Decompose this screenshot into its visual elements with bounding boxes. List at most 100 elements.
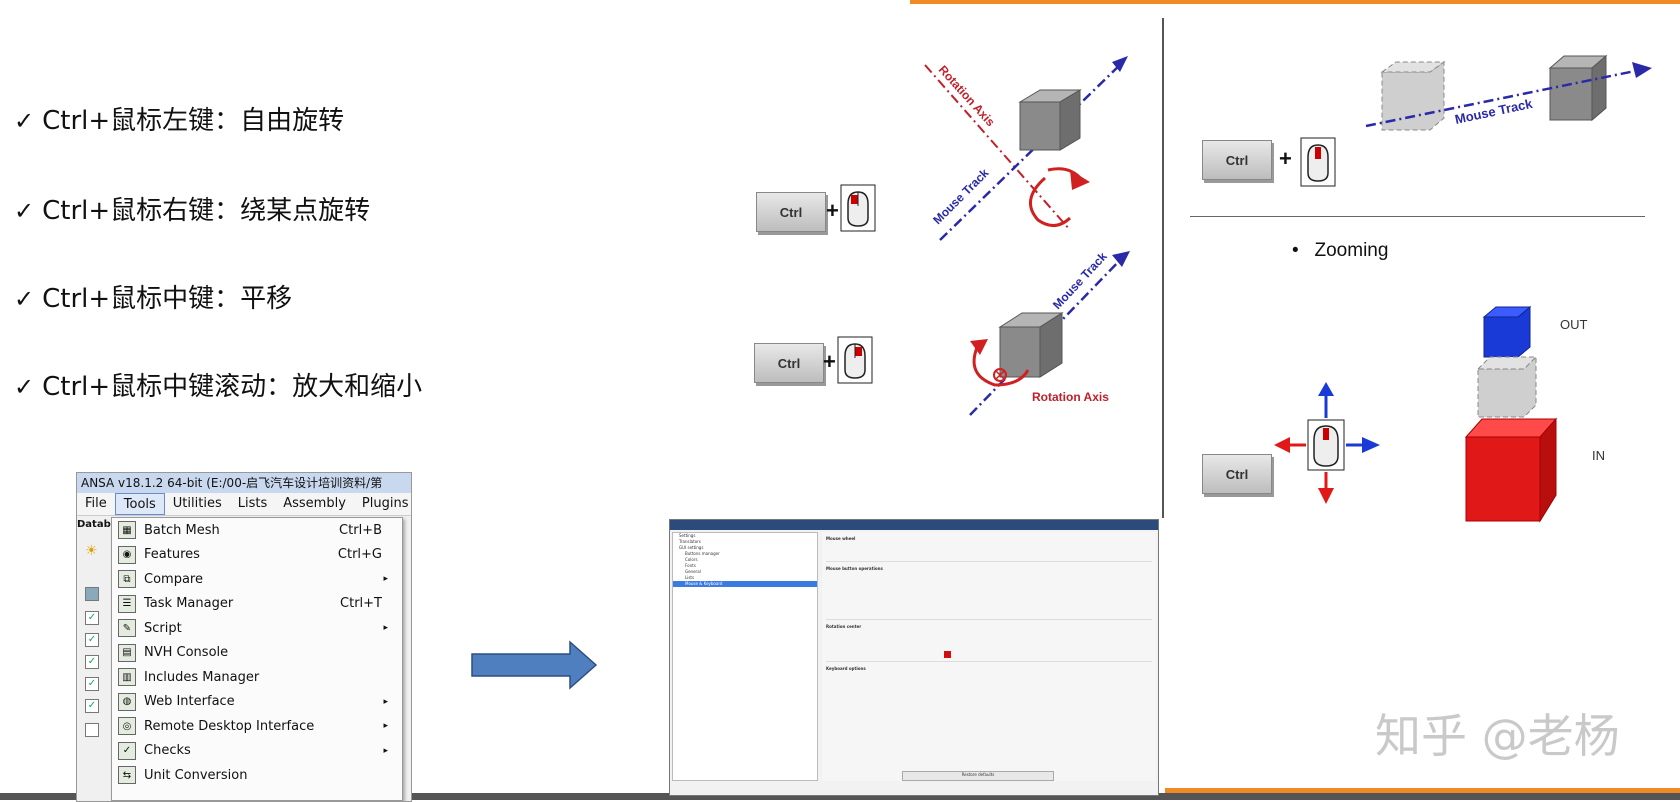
menu-item-includes-manager[interactable]: ▥ Includes Manager [112,665,402,690]
checks-icon: ✓ [118,741,136,760]
section-heading: Mouse button operations [826,566,883,571]
check-icon: ✓ [14,107,35,135]
check-icon: ✓ [14,373,35,401]
submenu-arrow-icon: ▸ [383,721,388,732]
tools-menu-dropdown: ▦ Batch Mesh Ctrl+B ◉ Features Ctrl+G ⧉ Compa… [111,517,403,801]
menu-item-task-manager[interactable]: ☰ Task Manager Ctrl+T [112,592,402,617]
zooming-heading: • Zooming [1292,240,1388,262]
bullet-text: Ctrl+鼠标中键滚动：放大和缩小 [42,372,423,402]
nav-item-selected[interactable]: Mouse & Keyboard [673,581,817,587]
pan-diagram: Mouse Track [1365,54,1652,131]
task-manager-icon: ☰ [118,594,136,613]
menu-plugins[interactable]: Plugins [354,493,411,515]
menu-file[interactable]: File [77,493,115,515]
zoom-out-label: OUT [1560,317,1588,332]
checkbox[interactable]: ✓ [85,677,99,691]
ctrl-key: Ctrl [756,192,826,232]
watermark: 知乎 @老杨 [1375,709,1620,763]
rotation-axis-label: Rotation Axis [1032,390,1109,404]
settings-panel: Mouse wheel Mouse button operations Rota… [822,532,1156,781]
checkbox[interactable]: ✓ [85,611,99,625]
free-rotation-diagram: Rotation Axis Mouse Track [924,56,1128,241]
bullet-text: Ctrl+鼠标中键：平移 [42,284,293,314]
compare-icon: ⧉ [118,570,136,589]
section-body [826,545,1152,562]
menu-item-unit-conversion[interactable]: ⇆ Unit Conversion [112,763,402,788]
features-icon: ◉ [118,545,136,564]
ansa-title-bar: ANSA v18.1.2 64-bit (E:/00-启飞汽车设计培训资料/第 [77,473,411,493]
bullet-dot: • [1292,240,1299,261]
section-heading: Rotation center [826,624,862,629]
menu-item-checks[interactable]: ✓ Checks ▸ [112,739,402,764]
dialog-title-bar [670,520,1158,530]
menu-item-script[interactable]: ✎ Script ▸ [112,616,402,641]
ansa-window: ANSA v18.1.2 64-bit (E:/00-启飞汽车设计培训资料/第 … [76,472,412,802]
mouse-middle-button-icon [1300,137,1336,187]
mouse-track-label: Mouse Track [930,166,992,228]
rotation-axis-label: Rotation Axis [936,63,998,130]
bullet-right-rotate: ✓ Ctrl+鼠标右键：绕某点旋转 [14,190,370,227]
check-icon: ✓ [14,285,35,313]
includes-manager-icon: ▥ [118,668,136,687]
remote-desktop-icon: ◎ [118,717,136,736]
section-heading: Keyboard options [826,666,866,671]
web-interface-icon: ◍ [118,692,136,711]
ansa-title: ANSA v18.1.2 64-bit (E:/00-启飞汽车设计培训资料/第 [81,476,383,490]
mouse-left-button-icon [840,184,876,232]
menu-item-nvh-console[interactable]: ▤ NVH Console [112,641,402,666]
ansa-side-panel: Datab ☀ ✓ ✓ ✓ ✓ ✓ [77,517,111,801]
section-heading: Mouse wheel [826,536,856,541]
settings-dialog: Settings Translators GUI settings Button… [669,519,1159,796]
menu-item-features[interactable]: ◉ Features Ctrl+G [112,543,402,568]
zoom-in-label: IN [1592,448,1605,463]
ansa-menubar: File Tools Utilities Lists Assembly Plug… [77,493,411,516]
submenu-arrow-icon: ▸ [383,696,388,707]
section-body [826,633,1152,662]
menu-tools[interactable]: Tools [114,493,165,515]
script-icon: ✎ [118,619,136,638]
menu-utilities[interactable]: Utilities [165,493,230,515]
menu-item-compare[interactable]: ⧉ Compare ▸ [112,567,402,592]
sun-icon[interactable]: ☀ [85,543,98,559]
mouse-track-label: Mouse Track [1454,96,1535,127]
section-divider-horizontal [1190,216,1645,217]
ctrl-key: Ctrl [1202,140,1272,180]
batch-mesh-icon: ▦ [118,521,136,540]
bullet-pan: ✓ Ctrl+鼠标中键：平移 [14,278,292,315]
menu-item-web-interface[interactable]: ◍ Web Interface ▸ [112,690,402,715]
bullet-left-rotate: ✓ Ctrl+鼠标左键：自由旋转 [14,100,344,137]
submenu-arrow-icon: ▸ [383,745,388,756]
flow-arrow-icon [471,640,598,690]
bullet-text: Ctrl+鼠标右键：绕某点旋转 [42,196,371,226]
bullet-text: Ctrl+鼠标左键：自由旋转 [42,106,345,136]
checkbox[interactable]: ✓ [85,633,99,647]
plus-sign: + [1279,146,1292,171]
menu-item-batch-mesh[interactable]: ▦ Batch Mesh Ctrl+B [112,518,402,543]
section-body [826,675,1152,691]
checkbox[interactable] [85,587,99,601]
ctrl-key: Ctrl [754,343,824,383]
unit-conversion-icon: ⇆ [118,766,136,785]
plus-sign: + [823,349,836,374]
point-rotation-diagram: Rotation Axis Mouse Track [969,249,1130,416]
mouse-right-button-icon [837,336,873,384]
settings-nav-tree: Settings Translators GUI settings Button… [672,532,818,781]
zooming-label: Zooming [1314,240,1389,261]
section-divider-vertical [1162,18,1164,518]
section-body [826,575,1152,620]
zoom-mouse-arrows-diagram [1274,382,1380,504]
plus-sign: + [826,198,839,223]
top-accent-stripe [910,0,1680,4]
menu-assembly[interactable]: Assembly [275,493,354,515]
nvh-console-icon: ▤ [118,643,136,662]
checkbox[interactable]: ✓ [85,655,99,669]
submenu-arrow-icon: ▸ [383,574,388,585]
menu-item-remote-desktop-interface[interactable]: ◎ Remote Desktop Interface ▸ [112,714,402,739]
menu-lists[interactable]: Lists [230,493,276,515]
color-swatch[interactable] [944,651,951,658]
check-icon: ✓ [14,197,35,225]
restore-defaults-button[interactable]: Restore defaults [902,771,1054,781]
database-label: Datab [77,519,111,530]
checkbox[interactable] [85,723,99,737]
checkbox[interactable]: ✓ [85,699,99,713]
